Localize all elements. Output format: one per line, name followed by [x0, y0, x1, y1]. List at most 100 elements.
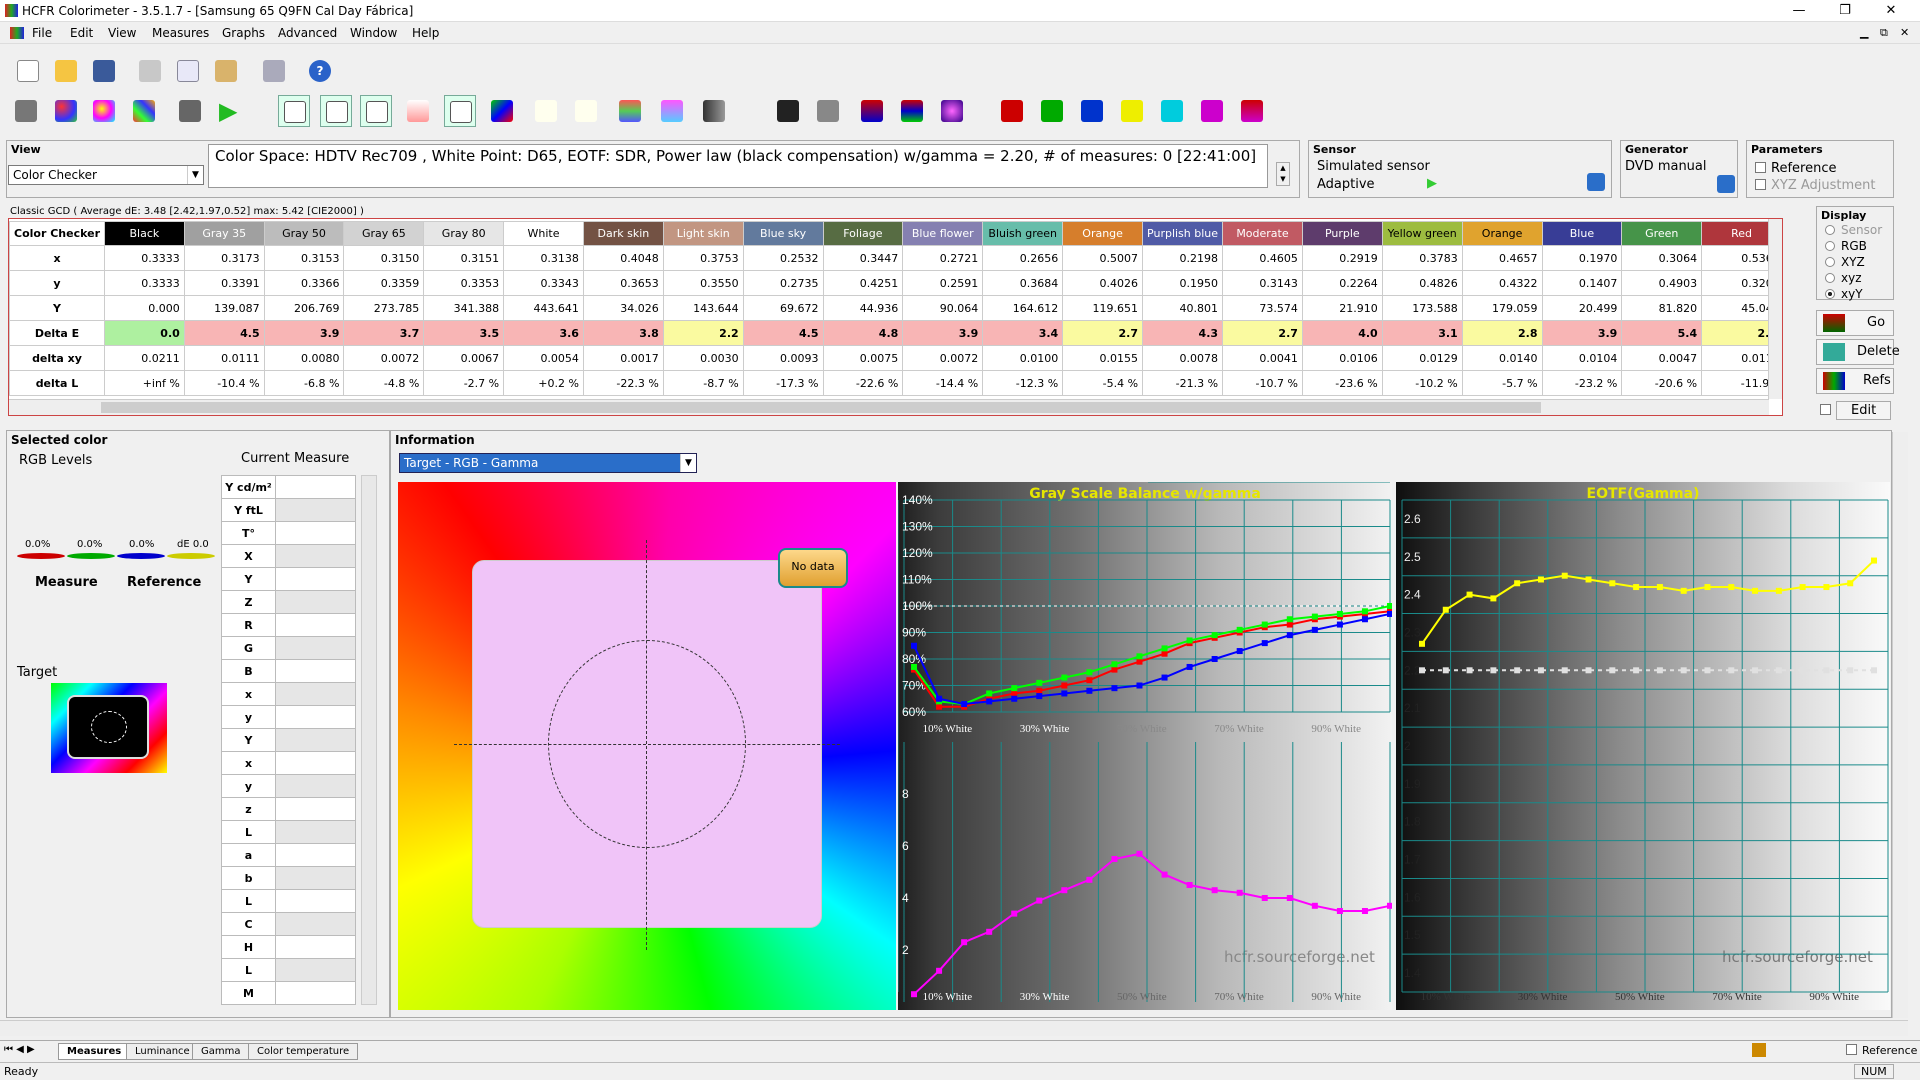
- menu-edit[interactable]: Edit: [70, 26, 93, 40]
- grid-cell[interactable]: 0.2591: [902, 270, 984, 296]
- refs-button[interactable]: Refs: [1816, 368, 1894, 394]
- play-icon[interactable]: ▶: [1427, 176, 1437, 191]
- grid-cell[interactable]: 0.4826: [1381, 270, 1463, 296]
- minimize-button[interactable]: —: [1776, 0, 1822, 22]
- close-button[interactable]: ✕: [1868, 0, 1914, 22]
- grid-cell[interactable]: 3.4: [982, 320, 1064, 346]
- grid-column-header[interactable]: Green: [1621, 221, 1703, 246]
- measure-vscroll[interactable]: [361, 475, 377, 1005]
- measure-contrast-button[interactable]: [936, 95, 968, 127]
- grid-cell[interactable]: 0.3359: [343, 270, 425, 296]
- measure-cyan-button[interactable]: [1156, 95, 1188, 127]
- grid-cell[interactable]: -5.7 %: [1461, 370, 1543, 396]
- grid-column-header[interactable]: Foliage: [822, 221, 904, 246]
- grid-cell[interactable]: 90.064: [902, 295, 984, 321]
- grid-column-header[interactable]: Orange: [1062, 221, 1144, 246]
- grid-cell[interactable]: -4.8 %: [343, 370, 425, 396]
- grid-column-header[interactable]: Gray 35: [183, 221, 265, 246]
- grid-cell[interactable]: 0.1950: [1142, 270, 1224, 296]
- tab-gamma[interactable]: Gamma: [192, 1043, 250, 1060]
- grid-cell[interactable]: 0.1970: [1541, 245, 1623, 271]
- display-radio-xyz[interactable]: XYZ: [1825, 255, 1865, 269]
- grid-cell[interactable]: -5.4 %: [1062, 370, 1144, 396]
- delete-button[interactable]: Delete: [1816, 339, 1900, 365]
- grid-cell[interactable]: 0.3550: [662, 270, 744, 296]
- grid-cell[interactable]: 443.641: [503, 295, 584, 321]
- measure-yellow-button[interactable]: [1116, 95, 1148, 127]
- menu-view[interactable]: View: [108, 26, 136, 40]
- display-radio-xyy[interactable]: xyY: [1825, 287, 1863, 301]
- grid-cell[interactable]: 143.644: [662, 295, 744, 321]
- menu-measures[interactable]: Measures: [152, 26, 209, 40]
- info-vscroll[interactable]: [1892, 432, 1908, 1018]
- measure-mix-button[interactable]: [1236, 95, 1268, 127]
- grid-cell[interactable]: -20.6 %: [1621, 370, 1703, 396]
- configure-icon[interactable]: [1717, 175, 1735, 193]
- grid-cell[interactable]: 0.0104: [1541, 345, 1623, 371]
- measure-magenta-button[interactable]: [1196, 95, 1228, 127]
- status-reference-checkbox[interactable]: Reference: [1846, 1044, 1917, 1057]
- grid-cell[interactable]: 0.3783: [1381, 245, 1463, 271]
- xyz-adjustment-checkbox[interactable]: XYZ Adjustment: [1755, 178, 1876, 193]
- graph-sat-button[interactable]: [530, 95, 562, 127]
- grid-cell[interactable]: 0.3173: [183, 245, 265, 271]
- grid-cell[interactable]: 0.2264: [1301, 270, 1383, 296]
- information-combo[interactable]: Target - RGB - Gamma ▼: [399, 453, 697, 473]
- grid-column-header[interactable]: Orange: [1461, 221, 1543, 246]
- grid-column-header[interactable]: Purple: [1301, 221, 1383, 246]
- grid-cell[interactable]: 3.5: [423, 320, 505, 346]
- grid-cell[interactable]: 0.3064: [1621, 245, 1703, 271]
- tab-luminance[interactable]: Luminance: [126, 1043, 199, 1060]
- graph-sat2-button[interactable]: [570, 95, 602, 127]
- grid-cell[interactable]: 0.3153: [263, 245, 345, 271]
- grid-cell[interactable]: -6.8 %: [263, 370, 345, 396]
- grid-column-header[interactable]: Moderate: [1222, 221, 1303, 246]
- grid-cell[interactable]: 164.612: [982, 295, 1064, 321]
- grid-cell[interactable]: 0.0054: [503, 345, 584, 371]
- grid-cell[interactable]: 0.2735: [742, 270, 824, 296]
- grid-cell[interactable]: 4.3: [1142, 320, 1224, 346]
- help-button[interactable]: ?: [304, 55, 336, 87]
- grid-cell[interactable]: 0.4605: [1222, 245, 1303, 271]
- menu-window[interactable]: Window: [350, 26, 397, 40]
- grid-cell[interactable]: 0.4026: [1062, 270, 1144, 296]
- grid-cell[interactable]: -22.6 %: [822, 370, 904, 396]
- grid-cell[interactable]: 0.0093: [742, 345, 824, 371]
- menu-help[interactable]: Help: [412, 26, 439, 40]
- copy-button[interactable]: [172, 55, 204, 87]
- grid-cell[interactable]: 0.2198: [1142, 245, 1224, 271]
- grid-cell[interactable]: 0.4322: [1461, 270, 1543, 296]
- grid-cell[interactable]: 0.0111: [183, 345, 265, 371]
- grid-cell[interactable]: -23.6 %: [1301, 370, 1383, 396]
- grid-cell[interactable]: 3.1: [1381, 320, 1463, 346]
- grid-cell[interactable]: -2.7 %: [423, 370, 505, 396]
- grid-cell[interactable]: 0.0211: [104, 345, 185, 371]
- grid-cell[interactable]: -21.3 %: [1142, 370, 1224, 396]
- grid-cell[interactable]: 0.0047: [1621, 345, 1703, 371]
- grid-cell[interactable]: 0.3366: [263, 270, 345, 296]
- grid-cell[interactable]: 4.0: [1301, 320, 1383, 346]
- open-button[interactable]: [50, 55, 82, 87]
- grid-cell[interactable]: 2.8: [1461, 320, 1543, 346]
- camera-tool[interactable]: [174, 95, 206, 127]
- grid-cell[interactable]: 2.7: [1222, 320, 1303, 346]
- grid-cell[interactable]: 20.499: [1541, 295, 1623, 321]
- grid-cell[interactable]: 0.0075: [822, 345, 904, 371]
- grid-cell[interactable]: 0.3391: [183, 270, 265, 296]
- grid-cell[interactable]: 0.2721: [902, 245, 984, 271]
- grid-cell[interactable]: 0.4657: [1461, 245, 1543, 271]
- grid-cell[interactable]: 34.026: [582, 295, 664, 321]
- graph-temp-button[interactable]: [402, 95, 434, 127]
- grid-cell[interactable]: 0.3753: [662, 245, 744, 271]
- menu-file[interactable]: File: [32, 26, 52, 40]
- grid-cell[interactable]: 0.3151: [423, 245, 505, 271]
- grid-cell[interactable]: 44.936: [822, 295, 904, 321]
- grid-cell[interactable]: 73.574: [1222, 295, 1303, 321]
- grid-column-header[interactable]: Gray 80: [423, 221, 505, 246]
- grid-column-header[interactable]: Purplish blue: [1142, 221, 1224, 246]
- grid-cell[interactable]: 0.3333: [104, 245, 185, 271]
- grid-cell[interactable]: 3.8: [582, 320, 664, 346]
- grid-cell[interactable]: -14.4 %: [902, 370, 984, 396]
- grid-cell[interactable]: 0.3150: [343, 245, 425, 271]
- grid-cell[interactable]: 40.801: [1142, 295, 1224, 321]
